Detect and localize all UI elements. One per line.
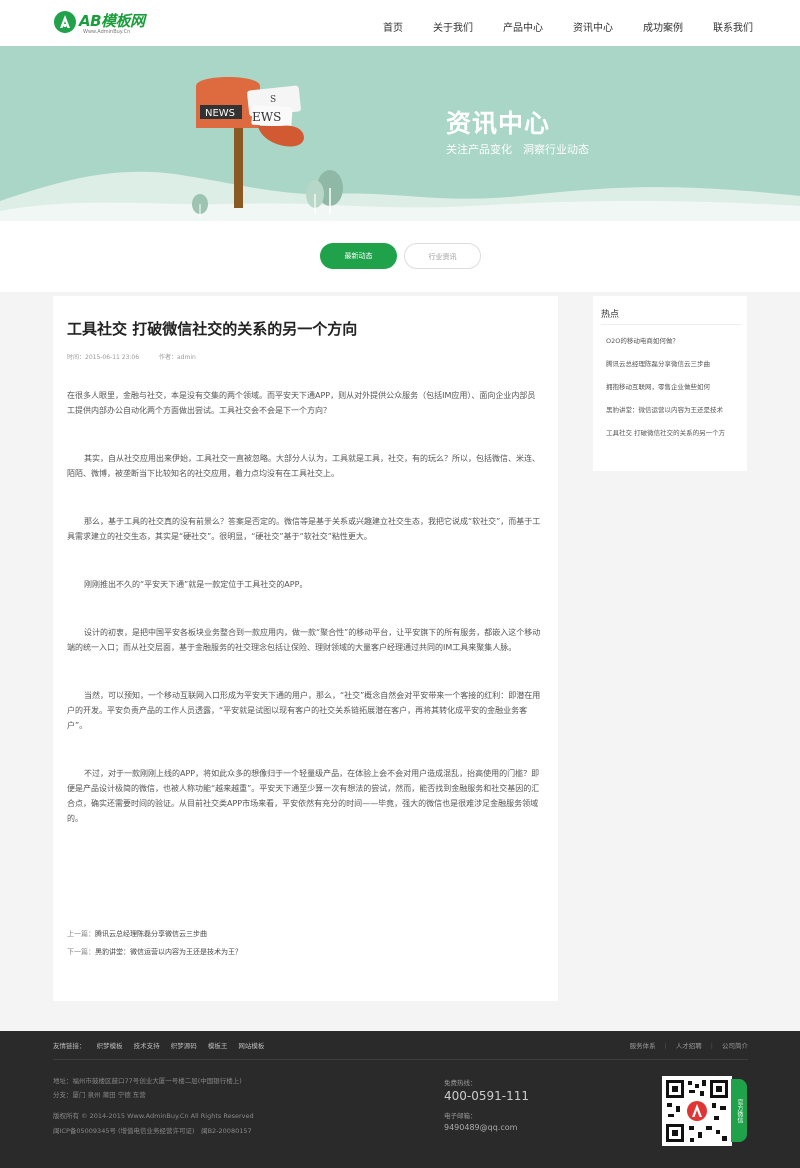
logo-subtitle: Www.AdminBuy.Cn xyxy=(83,29,131,35)
category-tabs: 最新动态 行业资讯 xyxy=(0,221,800,292)
separator: | xyxy=(664,1042,667,1050)
footer-address: 地址：福州市鼓楼区鼓口77号创业大厦一号楼二层(中国银行楼上) xyxy=(53,1077,242,1085)
article-meta: 时间：2015-06-11 23:06 作者：admin xyxy=(67,352,196,361)
site-logo[interactable]: AB模板网 Www.AdminBuy.Cn xyxy=(53,10,153,38)
article-paragraph: 其实，自从社交应用出来伊始，工具社交一直被忽略。大部分人认为，工具就是工具，社交… xyxy=(67,454,540,478)
footer-link-jobs[interactable]: 人才招聘 xyxy=(676,1042,702,1050)
article-date: 时间：2015-06-11 23:06 xyxy=(67,354,140,361)
friend-links: 友情链接： 织梦模板 技术支持 织梦源码 模板王 网站模板 xyxy=(53,1040,273,1050)
qr-code-icon xyxy=(662,1076,732,1146)
hot-list-item[interactable]: 工具社交 打破微信社交的关系的另一个方 xyxy=(606,428,736,438)
article-author: 作者：admin xyxy=(159,354,196,361)
friend-link[interactable]: 技术支持 xyxy=(134,1042,160,1050)
site-header: AB模板网 Www.AdminBuy.Cn 首页 关于我们 产品中心 资讯中心 … xyxy=(0,0,800,46)
friend-links-label: 友情链接： xyxy=(53,1042,86,1050)
logo-icon xyxy=(54,11,76,33)
mailbox-illustration: S EWS NEWS xyxy=(0,77,800,221)
phone-label: 免费热线： xyxy=(444,1079,477,1087)
article-paragraph: 不过，对于一款刚刚上线的APP，将如此众多的想像归于一个轻量级产品，在体验上会不… xyxy=(67,769,540,823)
nav-item-cases[interactable]: 成功案例 xyxy=(628,0,698,46)
friend-link[interactable]: 网站模板 xyxy=(238,1042,264,1050)
wechat-tab[interactable]: 官方微信 xyxy=(731,1079,747,1142)
footer-right-links: 服务体系 | 人才招聘 | 公司简介 xyxy=(630,1040,748,1050)
footer-link-service[interactable]: 服务体系 xyxy=(630,1042,656,1050)
footer-branches: 分支：厦门 泉州 莆田 宁德 东营 xyxy=(53,1091,146,1099)
hot-list-item[interactable]: 黑豹讲堂：微信运营以内容为王还是技术 xyxy=(606,405,736,415)
sidebar-title: 热点 xyxy=(601,310,620,320)
footer-copyright: 版权所有 © 2014-2015 Www.AdminBuy.Cn All Rig… xyxy=(53,1112,254,1120)
friend-link[interactable]: 模板王 xyxy=(208,1042,228,1050)
article-paragraph: 当然，可以预知，一个移动互联网入口形成为平安天下通的用户，那么，“社交”概念自然… xyxy=(67,691,541,730)
prev-article-link[interactable]: 腾讯云总经理陈磊分享微信云三步曲 xyxy=(95,930,207,938)
prev-label: 上一篇： xyxy=(67,930,95,938)
banner-subtitle: 关注产品变化 洞察行业动态 xyxy=(446,143,589,156)
sign-text-3: S xyxy=(270,95,276,105)
sidebar-divider xyxy=(601,324,741,325)
article-title: 工具社交 打破微信社交的关系的另一个方向 xyxy=(67,320,358,338)
nav-item-news[interactable]: 资讯中心 xyxy=(558,0,628,46)
next-label: 下一篇： xyxy=(67,948,95,956)
hot-list-item[interactable]: 拥抱移动互联网，零售企业做些如何 xyxy=(606,382,736,392)
article-card: 工具社交 打破微信社交的关系的另一个方向 时间：2015-06-11 23:06… xyxy=(53,296,558,1001)
separator: | xyxy=(710,1042,713,1050)
sign-text-1: NEWS xyxy=(205,108,235,119)
hot-list: O2O的移动电商如何做？ 腾讯云总经理陈磊分享微信云三步曲 拥抱移动互联网，零售… xyxy=(606,336,736,451)
tab-industry[interactable]: 行业资讯 xyxy=(404,243,481,269)
sign-text-2: EWS xyxy=(252,110,281,124)
article-paragraph: 那么，基于工具的社交真的没有前景么？答案是否定的。微信等是基于关系或兴趣建立社交… xyxy=(67,517,541,541)
footer-link-about[interactable]: 公司简介 xyxy=(722,1042,748,1050)
nav-item-home[interactable]: 首页 xyxy=(368,0,418,46)
hot-list-item[interactable]: 腾讯云总经理陈磊分享微信云三步曲 xyxy=(606,359,736,369)
article-body: 在很多人眼里，金融与社交，本是没有交集的两个领域。而平安天下通APP，则从对外提… xyxy=(67,388,543,859)
banner-title: 资讯中心 xyxy=(446,109,551,138)
article-paragraph: 刚刚推出不久的“平安天下通”就是一款定位于工具社交的APP。 xyxy=(84,580,308,589)
next-article-link[interactable]: 黑豹讲堂：微信运营以内容为王还是技术为王？ xyxy=(95,948,242,956)
footer-phone: 400-0591-111 xyxy=(444,1089,530,1103)
footer-icp: 闽ICP备05009345号 (增值电信业务经营许可证) 闽B2-2008015… xyxy=(53,1127,252,1135)
page-banner: S EWS NEWS 资讯中心 关注产品变化 洞察行业动态 xyxy=(0,46,800,221)
logo-text: AB模板网 xyxy=(79,12,145,30)
nav-item-products[interactable]: 产品中心 xyxy=(488,0,558,46)
friend-link[interactable]: 织梦模板 xyxy=(97,1042,123,1050)
article-paragraph: 设计的初衷，是把中国平安各板块业务整合到一款应用内，做一款“聚合性”的移动平台，… xyxy=(67,628,541,652)
friend-link[interactable]: 织梦源码 xyxy=(171,1042,197,1050)
tab-latest[interactable]: 最新动态 xyxy=(320,243,397,269)
nav-item-about[interactable]: 关于我们 xyxy=(418,0,488,46)
hot-sidebar: 热点 O2O的移动电商如何做？ 腾讯云总经理陈磊分享微信云三步曲 拥抱移动互联网… xyxy=(593,296,747,471)
nav-item-contact[interactable]: 联系我们 xyxy=(698,0,768,46)
footer-email[interactable]: 9490489@qq.com xyxy=(444,1123,517,1132)
site-footer: 友情链接： 织梦模板 技术支持 织梦源码 模板王 网站模板 服务体系 | 人才招聘 |… xyxy=(0,1031,800,1168)
hot-list-item[interactable]: O2O的移动电商如何做？ xyxy=(606,336,736,346)
prev-article: 上一篇：腾讯云总经理陈磊分享微信云三步曲 xyxy=(67,929,207,939)
next-article: 下一篇：黑豹讲堂：微信运营以内容为王还是技术为王？ xyxy=(67,947,242,957)
email-label: 电子邮箱： xyxy=(444,1112,477,1120)
footer-divider xyxy=(53,1059,748,1060)
main-nav: 首页 关于我们 产品中心 资讯中心 成功案例 联系我们 xyxy=(368,0,768,46)
article-paragraph: 在很多人眼里，金融与社交，本是没有交集的两个领域。而平安天下通APP，则从对外提… xyxy=(67,391,536,415)
